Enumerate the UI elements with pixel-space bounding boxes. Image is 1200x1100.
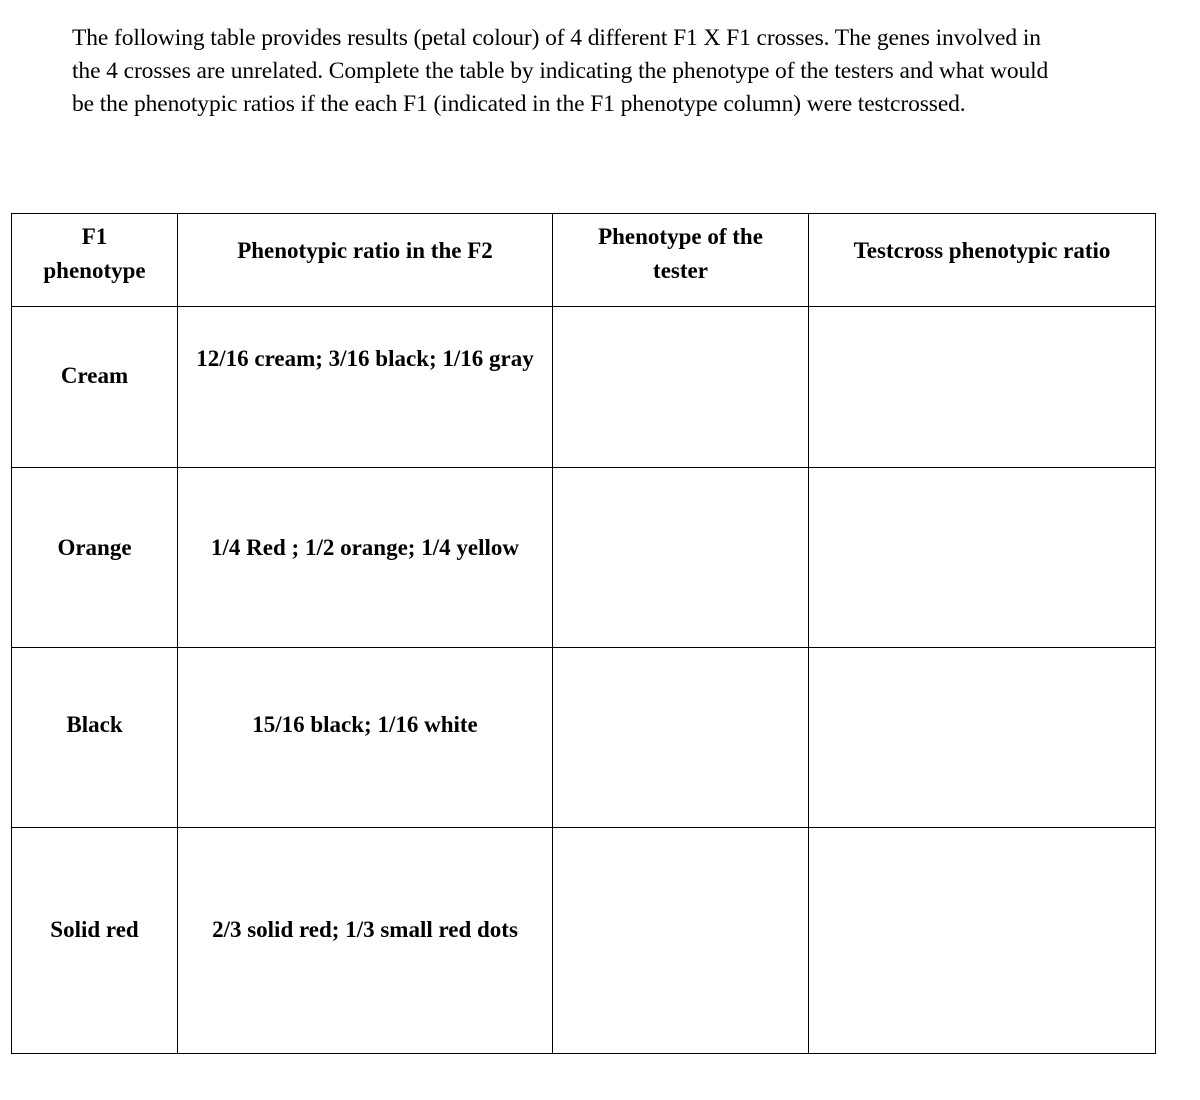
f2-ratio-cell: 12/16 cream; 3/16 black; 1/16 gray: [177, 306, 553, 468]
crosses-table: F1 phenotype Phenotypic ratio in the F2 …: [11, 213, 1156, 1054]
header-f1-phenotype-line2: phenotype: [43, 258, 146, 283]
table-header-row: F1 phenotype Phenotypic ratio in the F2 …: [11, 213, 1156, 307]
f1-phenotype-cell: Black: [11, 647, 178, 828]
tester-phenotype-cell[interactable]: [552, 306, 809, 468]
header-tester-phenotype: Phenotype of the tester: [552, 213, 809, 307]
header-f1-phenotype-line1: F1: [81, 224, 108, 249]
table-row: Orange 1/4 Red ; 1/2 orange; 1/4 yellow: [11, 467, 1156, 648]
table-row: Solid red 2/3 solid red; 1/3 small red d…: [11, 827, 1156, 1054]
header-tester-line2: tester: [653, 258, 708, 283]
f2-ratio-cell: 2/3 solid red; 1/3 small red dots: [177, 827, 553, 1054]
testcross-ratio-cell[interactable]: [808, 647, 1156, 828]
f2-ratio-cell: 15/16 black; 1/16 white: [177, 647, 553, 828]
intro-paragraph: The following table provides results (pe…: [72, 25, 1049, 117]
header-tester-line1: Phenotype of the: [598, 224, 763, 249]
tester-phenotype-cell[interactable]: [552, 827, 809, 1054]
testcross-ratio-cell[interactable]: [808, 306, 1156, 468]
f1-phenotype-cell: Orange: [11, 467, 178, 648]
tester-phenotype-cell[interactable]: [552, 647, 809, 828]
header-f2-ratio: Phenotypic ratio in the F2: [177, 213, 553, 307]
table-row: Cream 12/16 cream; 3/16 black; 1/16 gray: [11, 306, 1156, 468]
table-row: Black 15/16 black; 1/16 white: [11, 647, 1156, 828]
header-testcross-ratio: Testcross phenotypic ratio: [808, 213, 1156, 307]
f1-phenotype-cell: Cream: [11, 306, 178, 468]
testcross-ratio-cell[interactable]: [808, 467, 1156, 648]
f2-ratio-cell: 1/4 Red ; 1/2 orange; 1/4 yellow: [177, 467, 553, 648]
header-f1-phenotype: F1 phenotype: [11, 213, 178, 307]
testcross-ratio-cell[interactable]: [808, 827, 1156, 1054]
tester-phenotype-cell[interactable]: [552, 467, 809, 648]
f1-phenotype-cell: Solid red: [11, 827, 178, 1054]
